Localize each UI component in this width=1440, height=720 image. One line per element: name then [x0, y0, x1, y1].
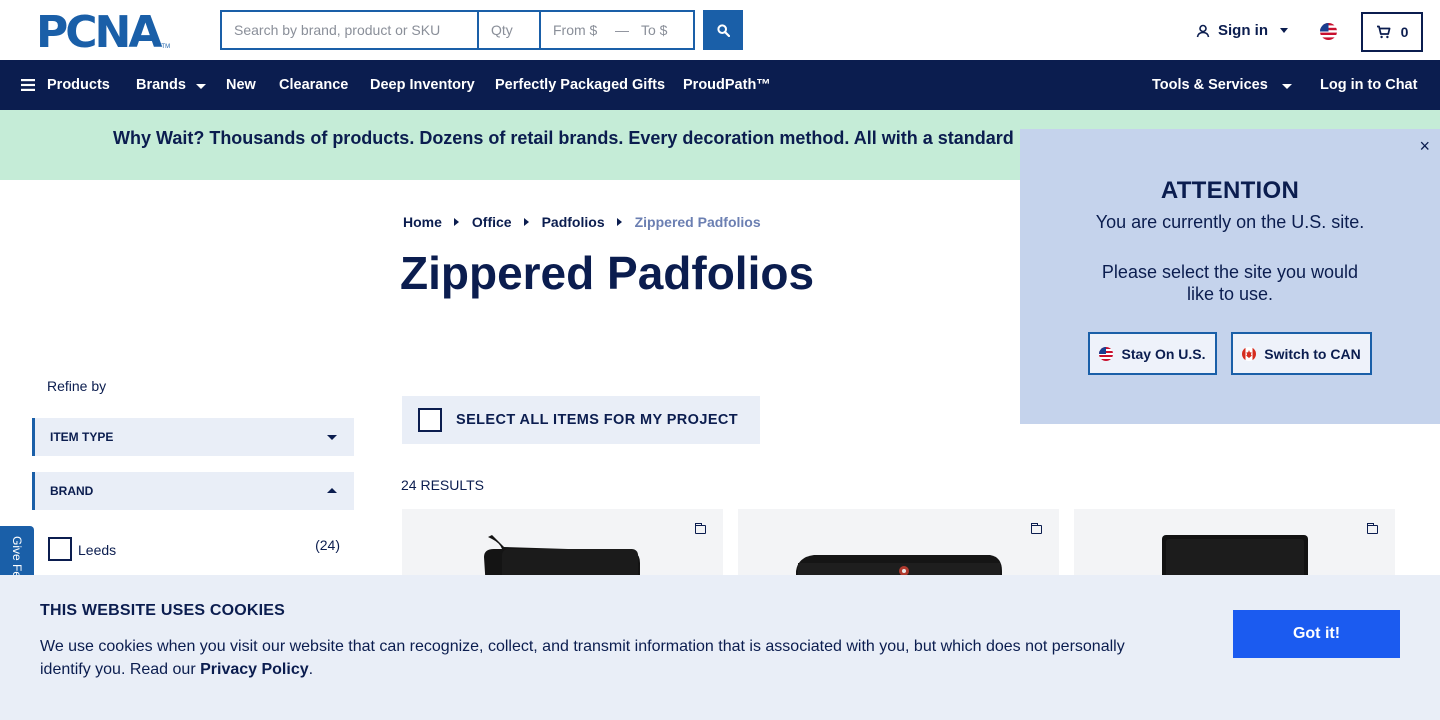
price-range-dash: — — [615, 22, 629, 38]
nav-deep-inventory[interactable]: Deep Inventory — [370, 60, 475, 110]
hamburger-icon — [21, 79, 35, 91]
nav-brands[interactable]: Brands — [136, 60, 206, 110]
refine-label: Refine by — [47, 378, 107, 394]
facet-item-type-label: ITEM TYPE — [50, 430, 114, 444]
nav-clearance[interactable]: Clearance — [279, 60, 348, 110]
price-to-input[interactable] — [629, 12, 695, 48]
stay-on-us-button[interactable]: Stay On U.S. — [1088, 332, 1217, 375]
sign-in-menu[interactable]: Sign in — [1196, 22, 1288, 39]
select-all-label: SELECT ALL ITEMS FOR MY PROJECT — [456, 412, 739, 428]
sign-in-label: Sign in — [1218, 22, 1268, 39]
cart-icon — [1376, 25, 1391, 39]
cookie-banner: THIS WEBSITE USES COOKIES We use cookies… — [0, 575, 1440, 720]
us-flag-icon[interactable] — [1320, 23, 1337, 40]
us-flag-icon — [1099, 346, 1114, 361]
brand-option-label: Leeds — [78, 542, 117, 558]
price-from-input[interactable] — [541, 12, 615, 48]
chevron-down-icon — [195, 83, 206, 89]
chevron-down-icon — [327, 435, 337, 440]
brand-option-count: (24) — [315, 537, 340, 553]
nav-tools-services[interactable]: Tools & Services — [1152, 60, 1292, 110]
nav-brands-label: Brands — [136, 77, 186, 93]
facet-brand[interactable]: BRAND — [32, 472, 354, 510]
attention-prompt: Please select the site you would like to… — [1101, 262, 1359, 304]
search-input[interactable] — [222, 12, 479, 48]
caret-right-icon — [523, 218, 529, 226]
nav-tools-label: Tools & Services — [1152, 77, 1268, 93]
select-all-bar[interactable]: SELECT ALL ITEMS FOR MY PROJECT — [402, 396, 760, 444]
cookie-period: . — [308, 661, 314, 678]
facet-item-type[interactable]: ITEM TYPE — [32, 418, 354, 456]
results-count: 24 RESULTS — [401, 477, 484, 493]
breadcrumb-home[interactable]: Home — [403, 214, 442, 230]
breadcrumb: Home Office Padfolios Zippered Padfolios — [403, 214, 761, 230]
add-to-project-icon[interactable] — [1030, 522, 1042, 534]
breadcrumb-office[interactable]: Office — [472, 214, 512, 230]
brand-option-leeds[interactable]: Leeds (24) — [48, 537, 340, 561]
cookie-title: THIS WEBSITE USES COOKIES — [40, 602, 286, 619]
promo-text: Why Wait? Thousands of products. Dozens … — [113, 128, 1014, 148]
nav-proudpath[interactable]: ProudPath™ — [683, 60, 771, 110]
switch-to-canada-label: Switch to CAN — [1264, 345, 1361, 362]
add-to-project-icon[interactable] — [694, 522, 706, 534]
nav-products[interactable]: Products — [21, 60, 110, 110]
search-icon — [716, 23, 730, 37]
nav-proudpath-label: ProudPath™ — [683, 77, 771, 93]
nav-chat-login[interactable]: Log in to Chat — [1320, 60, 1417, 110]
canada-flag-icon — [1242, 346, 1257, 361]
nav-clearance-label: Clearance — [279, 77, 349, 93]
chevron-down-icon — [1280, 28, 1288, 33]
facet-brand-label: BRAND — [50, 484, 94, 498]
add-to-project-icon[interactable] — [1366, 522, 1378, 534]
close-icon[interactable]: × — [1419, 137, 1430, 155]
chevron-up-icon — [327, 488, 337, 493]
nav-new-label: New — [226, 77, 256, 93]
search-button[interactable] — [703, 10, 743, 50]
attention-title: ATTENTION — [1160, 177, 1300, 204]
attention-current-site: You are currently on the U.S. site. — [1095, 212, 1365, 232]
logo-trademark: TM — [161, 44, 171, 50]
quantity-input[interactable] — [479, 12, 541, 48]
pcna-logo[interactable]: PCNA TM — [36, 7, 171, 58]
user-icon — [1196, 24, 1210, 37]
stay-on-us-label: Stay On U.S. — [1121, 345, 1206, 362]
logo-wordmark: PCNA — [36, 7, 162, 58]
nav-products-label: Products — [47, 77, 110, 93]
select-all-checkbox[interactable] — [418, 408, 442, 432]
switch-to-canada-button[interactable]: Switch to CAN — [1231, 332, 1372, 375]
caret-right-icon — [453, 218, 459, 226]
nav-new[interactable]: New — [226, 60, 256, 110]
cart-button[interactable]: 0 — [1361, 12, 1423, 52]
main-navigation: Products Brands New Clearance Deep Inven… — [0, 60, 1440, 110]
nav-gifts[interactable]: Perfectly Packaged Gifts — [495, 60, 665, 110]
accept-cookies-button[interactable]: Got it! — [1233, 610, 1400, 658]
breadcrumb-padfolios[interactable]: Padfolios — [542, 214, 605, 230]
site-selection-popup: × ATTENTION You are currently on the U.S… — [1020, 129, 1440, 424]
breadcrumb-current: Zippered Padfolios — [634, 214, 761, 230]
nav-deep-inventory-label: Deep Inventory — [370, 77, 475, 93]
privacy-policy-link[interactable]: Privacy Policy — [200, 661, 309, 678]
chevron-down-icon — [1281, 83, 1292, 89]
cookie-message: We use cookies when you visit our websit… — [40, 635, 1150, 681]
page-title: Zippered Padfolios — [400, 247, 815, 299]
brand-leeds-checkbox[interactable] — [48, 537, 72, 561]
cart-count: 0 — [1400, 24, 1409, 40]
top-header: PCNA TM — Sign in — [0, 0, 1440, 60]
nav-gifts-label: Perfectly Packaged Gifts — [495, 77, 666, 93]
nav-chat-label: Log in to Chat — [1320, 77, 1418, 93]
search-form: — — [220, 10, 695, 50]
caret-right-icon — [616, 218, 622, 226]
